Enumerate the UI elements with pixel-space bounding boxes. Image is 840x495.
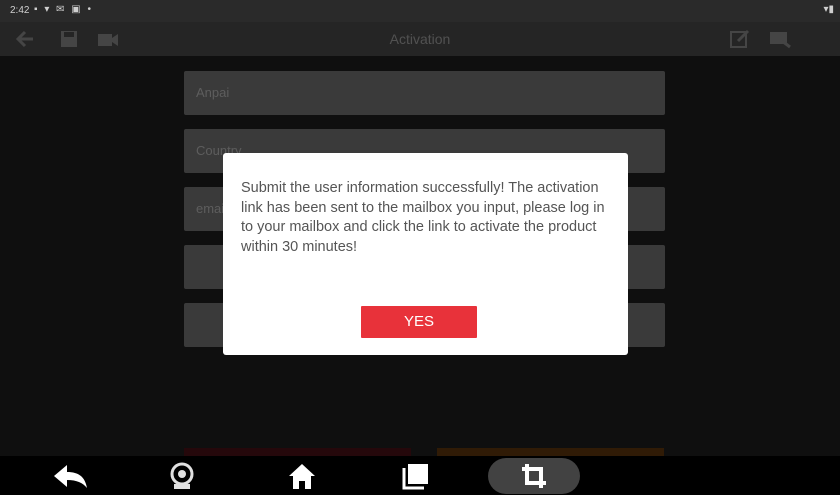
success-dialog: Submit the user information successfully… [223,153,628,355]
recent-apps-icon[interactable] [396,458,436,494]
battery-icon: ▾▮ [823,4,834,15]
notification-icons: ▪ ▾ ✉ ▣ • [34,4,94,15]
yes-button[interactable]: YES [361,306,477,338]
status-time: 2:42 [10,5,30,16]
dialog-message: Submit the user information successfully… [241,180,605,255]
back-arrow-icon[interactable] [50,458,90,494]
nav-bar [0,456,840,495]
crop-icon[interactable] [488,458,580,494]
home-icon[interactable] [282,458,322,494]
status-bar: 2:42 ▪ ▾ ✉ ▣ • ▾▮ [0,0,840,22]
vci-icon[interactable] [162,458,202,494]
